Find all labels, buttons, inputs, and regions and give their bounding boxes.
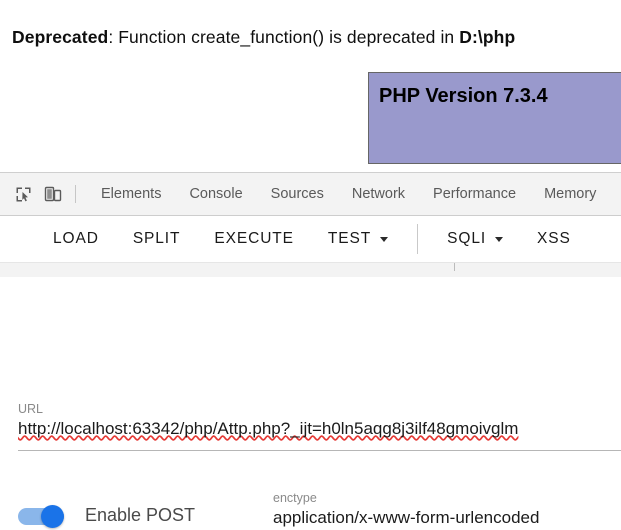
deprecated-label: Deprecated <box>12 27 108 47</box>
tab-elements[interactable]: Elements <box>87 173 175 216</box>
execute-button[interactable]: EXECUTE <box>197 216 311 262</box>
load-button-label: LOAD <box>53 230 99 248</box>
devtools-tabbar: Elements Console Sources Network Perform… <box>0 173 621 216</box>
url-input[interactable]: http://localhost:63342/php/Attp.php?_ijt… <box>18 417 621 444</box>
tabbar-divider <box>75 185 76 203</box>
inspect-element-icon <box>15 186 32 203</box>
deprecated-file-path: D:\php <box>459 27 515 47</box>
enctype-field-group: enctype application/x-www-form-urlencode… <box>273 490 621 530</box>
php-info-page: Deprecated: Function create_function() i… <box>0 0 621 172</box>
url-field-label: URL <box>18 401 621 417</box>
xss-button[interactable]: XSS <box>520 216 588 262</box>
load-button[interactable]: LOAD <box>36 216 116 262</box>
split-button-label: SPLIT <box>133 230 181 248</box>
split-button[interactable]: SPLIT <box>116 216 198 262</box>
php-version-banner: PHP Version 7.3.4 <box>368 72 621 164</box>
enable-post-toggle[interactable]: Enable POST <box>18 505 195 526</box>
tab-memory[interactable]: Memory <box>530 173 610 216</box>
request-form: URL http://localhost:63342/php/Attp.php?… <box>0 277 621 530</box>
tab-network[interactable]: Network <box>338 173 419 216</box>
tab-console[interactable]: Console <box>175 173 256 216</box>
chevron-down-icon <box>495 237 503 242</box>
deprecated-message-body: : Function create_function() is deprecat… <box>108 27 459 47</box>
url-field-group: URL http://localhost:63342/php/Attp.php?… <box>18 401 621 444</box>
strip-tick-mark <box>454 263 455 271</box>
toggle-switch-icon <box>18 506 70 526</box>
toolbar-bottom-strip <box>0 262 621 277</box>
tab-performance[interactable]: Performance <box>419 173 530 216</box>
tab-sources[interactable]: Sources <box>257 173 338 216</box>
test-dropdown-button[interactable]: TEST <box>311 216 405 262</box>
chevron-down-icon <box>380 237 388 242</box>
deprecated-warning-text: Deprecated: Function create_function() i… <box>12 27 515 48</box>
enable-post-label: Enable POST <box>85 505 195 526</box>
toolbar-divider <box>417 224 418 254</box>
device-toolbar-button[interactable] <box>38 180 68 208</box>
devtools-panel: Elements Console Sources Network Perform… <box>0 172 621 530</box>
devtools-tab-list: Elements Console Sources Network Perform… <box>87 173 610 216</box>
execute-button-label: EXECUTE <box>214 230 294 248</box>
sqli-dropdown-button[interactable]: SQLI <box>430 216 520 262</box>
url-input-underline <box>18 450 621 451</box>
sqli-button-label: SQLI <box>447 230 486 248</box>
test-button-label: TEST <box>328 230 371 248</box>
plugin-action-toolbar: LOAD SPLIT EXECUTE TEST SQLI XSS <box>0 216 621 262</box>
xss-button-label: XSS <box>537 230 571 248</box>
enctype-field-label: enctype <box>273 490 621 506</box>
device-toolbar-icon <box>44 186 62 203</box>
inspect-element-button[interactable] <box>8 180 38 208</box>
enctype-input[interactable]: application/x-www-form-urlencoded <box>273 506 619 530</box>
php-version-title: PHP Version 7.3.4 <box>379 85 548 108</box>
toggle-thumb <box>41 505 64 528</box>
